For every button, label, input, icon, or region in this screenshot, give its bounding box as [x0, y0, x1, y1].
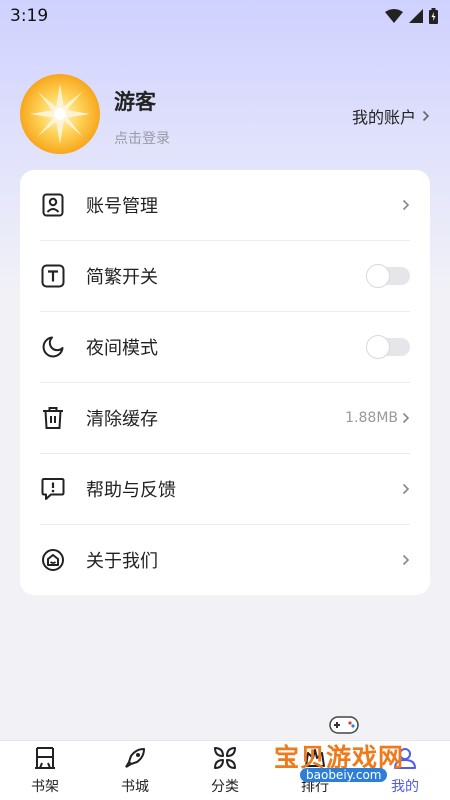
nav-item-bookshelf[interactable]: 书架 — [0, 741, 90, 800]
status-icons — [385, 8, 438, 24]
chevron-right-icon — [402, 554, 410, 566]
nav-item-category[interactable]: 分类 — [180, 741, 270, 800]
gamepad-icon — [329, 716, 359, 734]
watermark-logo: 宝贝游戏网 baobeiy.com — [272, 712, 422, 792]
nav-label: 书城 — [121, 778, 149, 795]
watermark-url: baobeiy.com — [300, 768, 388, 782]
settings-card: 账号管理 简繁开关 夜间模式 清除缓存 1.88MB 帮助与反馈 关于我们 — [20, 170, 430, 595]
menu-item-help-feedback[interactable]: 帮助与反馈 — [40, 454, 410, 524]
toggle-knob — [366, 264, 390, 288]
bookshelf-icon — [35, 746, 55, 769]
cache-size: 1.88MB — [345, 410, 398, 426]
menu-item-label: 清除缓存 — [86, 409, 158, 430]
menu-item-about-us[interactable]: 关于我们 — [40, 525, 410, 595]
username: 游客 — [114, 90, 156, 114]
about-icon — [40, 547, 66, 573]
menu-item-label: 账号管理 — [86, 196, 158, 217]
menu-item-night-mode[interactable]: 夜间模式 — [40, 312, 410, 382]
menu-item-account-management[interactable]: 账号管理 — [40, 170, 410, 240]
chevron-right-icon — [402, 483, 410, 495]
feedback-icon — [40, 476, 66, 502]
category-icon — [214, 746, 236, 769]
menu-item-label: 关于我们 — [86, 551, 158, 572]
status-time: 3:19 — [10, 6, 49, 26]
menu-item-traditional-simplified[interactable]: 简繁开关 — [40, 241, 410, 311]
signal-icon — [409, 9, 423, 23]
chevron-right-icon — [422, 110, 430, 122]
traditional-simplified-toggle[interactable] — [366, 264, 410, 288]
trash-icon — [40, 405, 66, 431]
night-mode-toggle[interactable] — [366, 335, 410, 359]
wifi-icon — [385, 9, 403, 23]
rocket-icon — [125, 747, 145, 768]
battery-icon — [429, 8, 438, 24]
moon-icon — [40, 334, 66, 360]
chevron-right-icon — [402, 199, 410, 211]
login-link[interactable]: 点击登录 — [114, 128, 170, 148]
my-account-link[interactable]: 我的账户 — [352, 104, 430, 128]
my-account-label: 我的账户 — [351, 108, 416, 127]
status-bar: 3:19 — [0, 0, 450, 32]
menu-item-label: 夜间模式 — [86, 338, 158, 359]
user-square-icon — [40, 192, 66, 218]
avatar-star-image — [30, 84, 90, 144]
avatar[interactable] — [20, 74, 100, 154]
nav-label: 分类 — [211, 778, 239, 795]
nav-label: 书架 — [31, 778, 59, 795]
menu-item-label: 简繁开关 — [86, 267, 158, 288]
menu-item-label: 帮助与反馈 — [86, 480, 176, 501]
nav-item-bookstore[interactable]: 书城 — [90, 741, 180, 800]
text-t-icon — [40, 263, 66, 289]
menu-item-clear-cache[interactable]: 清除缓存 1.88MB — [40, 383, 410, 453]
toggle-knob — [366, 335, 390, 359]
chevron-right-icon — [402, 412, 410, 424]
profile-header: 游客 点击登录 我的账户 — [20, 74, 430, 156]
